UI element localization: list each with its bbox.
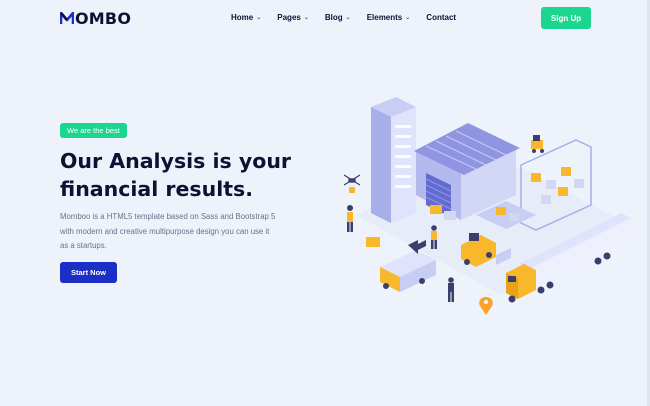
nav-item-label: Elements bbox=[366, 13, 403, 22]
m-logo-icon bbox=[60, 12, 74, 24]
brand-name: OMBO bbox=[75, 9, 132, 28]
nav-item-contact[interactable]: Contact bbox=[426, 13, 456, 22]
worker-icon bbox=[347, 205, 353, 232]
chevron-down-icon: ⌄ bbox=[303, 15, 309, 21]
drone-icon bbox=[343, 174, 361, 193]
sign-up-button[interactable]: Sign Up bbox=[541, 7, 591, 29]
forklift-icon bbox=[531, 135, 544, 153]
nav-item-label: Pages bbox=[277, 13, 301, 22]
hero-title-line: financial results. bbox=[60, 177, 254, 201]
nav-item-home[interactable]: Home ⌄ bbox=[231, 13, 261, 22]
worker-icon bbox=[448, 277, 454, 302]
nav-item-elements[interactable]: Elements ⌄ bbox=[367, 13, 411, 22]
page: OMBO Home ⌄ Pages ⌄ Blog ⌄ Elements ⌄ Co… bbox=[0, 0, 650, 406]
nav-item-pages[interactable]: Pages ⌄ bbox=[277, 13, 309, 22]
start-now-button[interactable]: Start Now bbox=[60, 262, 117, 283]
warehouse-logistics-illustration bbox=[343, 97, 631, 315]
phone-panel-icon bbox=[371, 97, 416, 223]
nav-item-label: Contact bbox=[426, 13, 457, 22]
hero-title: Our Analysis is your financial results. bbox=[60, 147, 310, 203]
brand-logo[interactable]: OMBO bbox=[60, 9, 131, 28]
hero-title-line: Our Analysis is your bbox=[60, 149, 292, 173]
chevron-down-icon: ⌄ bbox=[405, 15, 411, 21]
nav-item-blog[interactable]: Blog ⌄ bbox=[325, 13, 351, 22]
hero-desc-line: as a startups. bbox=[60, 241, 107, 250]
hero-badge: We are the best bbox=[60, 123, 127, 138]
hero-desc-line: Momboo is a HTML5 template based on Sass… bbox=[60, 212, 276, 221]
location-pin-icon bbox=[479, 297, 493, 315]
hero-description: Momboo is a HTML5 template based on Sass… bbox=[60, 210, 310, 254]
nav-item-label: Home bbox=[231, 13, 254, 22]
chevron-down-icon: ⌄ bbox=[256, 15, 262, 21]
main-nav: Home ⌄ Pages ⌄ Blog ⌄ Elements ⌄ Contact bbox=[231, 13, 472, 22]
package-icon bbox=[366, 237, 380, 247]
hero-desc-line: with modern and creative multipurpose de… bbox=[60, 226, 270, 236]
nav-item-label: Blog bbox=[324, 13, 343, 22]
chevron-down-icon: ⌄ bbox=[345, 15, 351, 21]
